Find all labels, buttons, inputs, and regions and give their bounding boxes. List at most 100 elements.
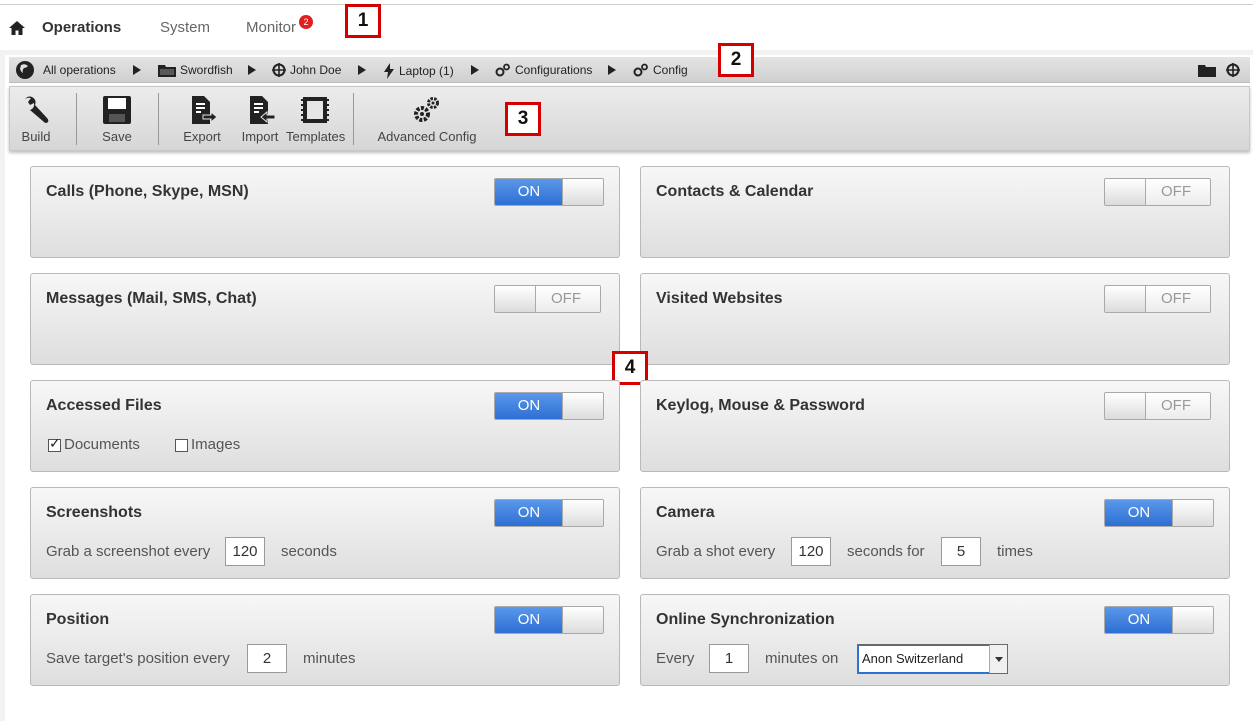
toggle-knob <box>1105 286 1146 312</box>
panel-screenshots: Screenshots ON Grab a screenshot every 1… <box>30 487 620 579</box>
globe-icon <box>16 61 34 79</box>
save-button[interactable]: Save <box>93 87 141 150</box>
sync-server-select[interactable]: Anon Switzerland <box>857 644 1008 674</box>
toggle-knob <box>562 500 603 526</box>
panel-calls: Calls (Phone, Skype, MSN) ON <box>30 166 620 258</box>
breadcrumb-separator-icon <box>133 65 141 75</box>
keylog-toggle[interactable]: OFF <box>1104 392 1211 420</box>
panel-files: Accessed Files ON Documents Images <box>30 380 620 472</box>
panel-messages: Messages (Mail, SMS, Chat) OFF <box>30 273 620 365</box>
advanced-config-button[interactable]: Advanced Config <box>375 87 479 150</box>
panel-title: Calls (Phone, Skype, MSN) <box>46 183 249 200</box>
screenshots-interval-input[interactable]: 120 <box>225 537 265 566</box>
build-label: Build <box>21 129 51 144</box>
panel-title: Accessed Files <box>46 397 162 414</box>
toggle-on-label: ON <box>495 607 563 633</box>
camera-middle: seconds for <box>847 543 925 560</box>
contacts-toggle[interactable]: OFF <box>1104 178 1211 206</box>
export-button[interactable]: Export <box>177 87 227 150</box>
documents-checkbox[interactable] <box>48 436 61 452</box>
target-icon[interactable] <box>1226 63 1240 77</box>
position-suffix: minutes <box>303 650 356 667</box>
gears-icon <box>414 97 439 122</box>
panel-sync: Online Synchronization ON Every 1 minute… <box>640 594 1230 686</box>
toggle-on-label: ON <box>1105 500 1173 526</box>
breadcrumb-label: Configurations <box>515 63 593 77</box>
websites-toggle[interactable]: OFF <box>1104 285 1211 313</box>
position-interval-input[interactable]: 2 <box>247 644 287 673</box>
breadcrumb-item-swordfish[interactable]: Swordfish <box>158 63 233 77</box>
panel-websites: Visited Websites OFF <box>640 273 1230 365</box>
import-label: Import <box>241 129 279 144</box>
camera-toggle[interactable]: ON <box>1104 499 1214 527</box>
toggle-knob <box>495 286 536 312</box>
panel-title: Screenshots <box>46 504 143 521</box>
templates-label: Templates <box>286 129 346 144</box>
toggle-on-label: ON <box>495 500 563 526</box>
chevron-down-icon[interactable] <box>989 645 1007 673</box>
panel-position: Position ON Save target's position every… <box>30 594 620 686</box>
home-icon[interactable] <box>8 19 26 37</box>
toggle-knob <box>562 179 603 205</box>
monitor-notification-badge: 2 <box>299 15 313 29</box>
templates-button[interactable]: Templates <box>286 87 346 150</box>
advanced-config-label: Advanced Config <box>377 129 477 144</box>
sync-server-value: Anon Switzerland <box>862 651 964 666</box>
tab-system[interactable]: System <box>160 19 210 36</box>
panel-title: Position <box>46 611 110 628</box>
position-toggle[interactable]: ON <box>494 606 604 634</box>
callout-2: 2 <box>718 43 754 77</box>
messages-toggle[interactable]: OFF <box>494 285 601 313</box>
breadcrumb-label: Laptop (1) <box>399 64 454 78</box>
toggle-on-label: ON <box>495 179 563 205</box>
panel-title: Visited Websites <box>656 290 783 307</box>
images-checkbox[interactable] <box>175 439 188 452</box>
templates-icon <box>301 97 329 123</box>
images-label: Images <box>191 436 241 453</box>
callout-1: 1 <box>345 4 381 38</box>
toolbar-divider <box>158 93 159 145</box>
breadcrumb-separator-icon <box>358 65 366 75</box>
screenshots-prefix: Grab a screenshot every <box>46 543 211 560</box>
panel-camera: Camera ON Grab a shot every 120 seconds … <box>640 487 1230 579</box>
breadcrumb-item-configurations[interactable]: Configurations <box>495 63 592 77</box>
sync-interval-input[interactable]: 1 <box>709 644 749 673</box>
tab-operations[interactable]: Operations <box>42 19 121 36</box>
breadcrumb-item-config[interactable]: Config <box>633 63 688 77</box>
top-navigation: Operations System Monitor 2 <box>0 6 1253 50</box>
toggle-on-label: ON <box>1105 607 1173 633</box>
breadcrumb-separator-icon <box>608 65 616 75</box>
import-button[interactable]: Import <box>236 87 284 150</box>
camera-suffix: times <box>997 543 1033 560</box>
calls-toggle[interactable]: ON <box>494 178 604 206</box>
floppy-disk-icon <box>103 96 131 124</box>
lightning-icon <box>384 63 394 79</box>
panel-title: Messages (Mail, SMS, Chat) <box>46 290 257 307</box>
toggle-knob <box>1105 179 1146 205</box>
breadcrumb-item-john-doe[interactable]: John Doe <box>272 63 341 77</box>
toggle-off-label: OFF <box>1142 286 1210 312</box>
documents-label: Documents <box>64 436 140 453</box>
build-button[interactable]: Build <box>12 87 60 150</box>
toggle-off-label: OFF <box>532 286 600 312</box>
folder-icon[interactable] <box>1198 64 1216 77</box>
toggle-on-label: ON <box>495 393 563 419</box>
panel-contacts: Contacts & Calendar OFF <box>640 166 1230 258</box>
toolbar-divider <box>353 93 354 145</box>
camera-interval-input[interactable]: 120 <box>791 537 831 566</box>
breadcrumb: All operations Swordfish John Doe Laptop… <box>9 57 1250 83</box>
breadcrumb-item-all-operations[interactable]: All operations <box>15 60 116 80</box>
panel-title: Contacts & Calendar <box>656 183 814 200</box>
export-icon <box>192 96 218 124</box>
toggle-off-label: OFF <box>1142 393 1210 419</box>
toggle-knob <box>1172 500 1213 526</box>
breadcrumb-item-laptop[interactable]: Laptop (1) <box>383 63 454 79</box>
gears-icon <box>633 63 648 77</box>
panel-title: Online Synchronization <box>656 611 835 628</box>
screenshots-suffix: seconds <box>281 543 337 560</box>
sync-toggle[interactable]: ON <box>1104 606 1214 634</box>
tab-monitor[interactable]: Monitor <box>246 19 296 36</box>
screenshots-toggle[interactable]: ON <box>494 499 604 527</box>
camera-count-input[interactable]: 5 <box>941 537 981 566</box>
files-toggle[interactable]: ON <box>494 392 604 420</box>
